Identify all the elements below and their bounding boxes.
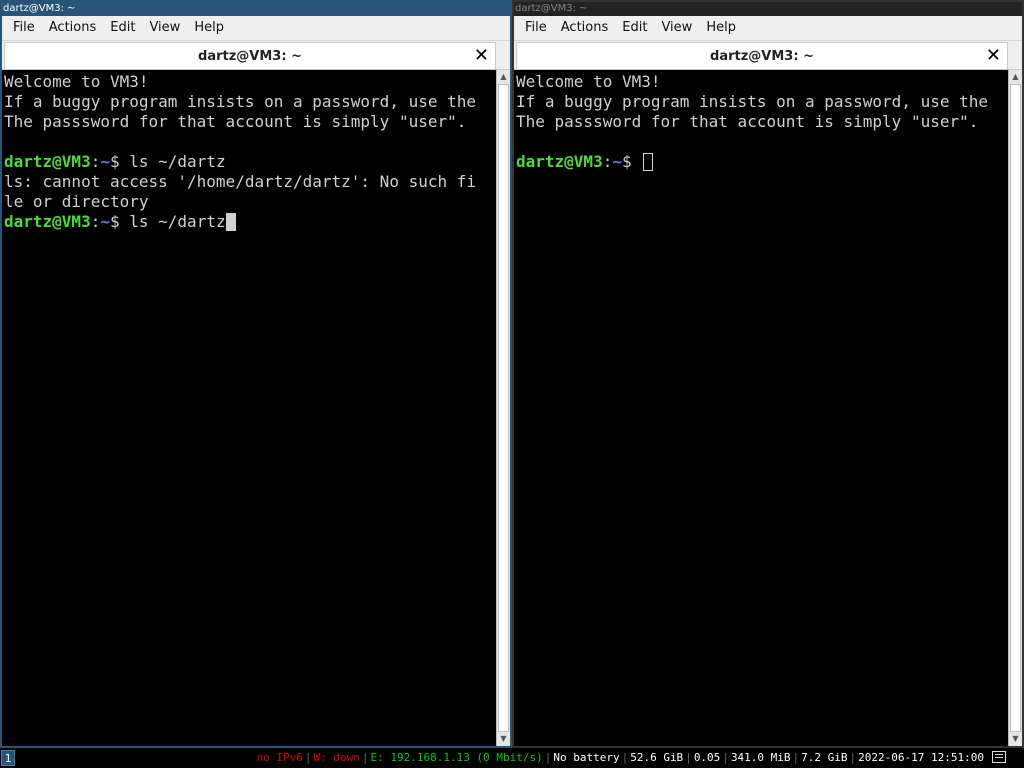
menu-help[interactable]: Help xyxy=(187,16,231,40)
menu-help[interactable]: Help xyxy=(699,16,743,40)
arrow-up-icon[interactable]: ▲ xyxy=(497,70,510,84)
tray-window-icon[interactable] xyxy=(992,751,1006,763)
tab-bar: dartz@VM3: ~ ✕ xyxy=(514,40,1022,70)
command-text: ls ~/dartz xyxy=(119,152,226,171)
status-separator: | xyxy=(621,751,629,764)
menu-bar: File Actions Edit View Help xyxy=(2,16,510,40)
load-status: 0.05 xyxy=(693,751,721,764)
menu-view[interactable]: View xyxy=(654,16,699,40)
terminal-line: le or directory xyxy=(4,192,149,211)
status-separator: | xyxy=(304,751,312,764)
prompt-colon: : xyxy=(602,152,613,171)
disk2-status: 7.2 GiB xyxy=(801,751,848,764)
status-separator: | xyxy=(685,751,692,764)
ipv6-status: no IPv6 xyxy=(256,751,303,764)
menu-view[interactable]: View xyxy=(142,16,187,40)
disk-status: 52.6 GiB xyxy=(630,751,684,764)
tab-title: dartz@VM3: ~ xyxy=(198,49,302,64)
wireless-status: W: down xyxy=(313,751,360,764)
command-text xyxy=(632,152,642,171)
prompt-line: dartz@VM3:~$ ls ~/dartz xyxy=(4,212,496,232)
tab-title: dartz@VM3: ~ xyxy=(710,49,814,64)
arrow-down-icon[interactable]: ▼ xyxy=(497,732,510,746)
terminal-line: If a buggy program insists on a password… xyxy=(4,92,477,111)
prompt-user: dartz@VM3 xyxy=(516,152,603,171)
prompt-path: ~ xyxy=(100,152,110,171)
status-separator: | xyxy=(361,751,369,764)
terminal-line: The passsword for that account is simply… xyxy=(4,112,467,131)
prompt-user: dartz@VM3 xyxy=(4,152,91,171)
menu-actions[interactable]: Actions xyxy=(42,16,104,40)
prompt-dollar: $ xyxy=(621,152,632,171)
close-icon[interactable]: ✕ xyxy=(474,45,489,67)
prompt-dollar: $ xyxy=(109,212,120,231)
terminal-output[interactable]: Welcome to VM3! If a buggy program insis… xyxy=(2,70,496,746)
scrollbar-thumb[interactable] xyxy=(1010,84,1021,732)
prompt-colon: : xyxy=(90,152,101,171)
status-bar: 1 no IPv6 | W: down | E: 192.168.1.13 (0 Mbi… xyxy=(0,748,1024,768)
scrollbar[interactable]: ▲ ▼ xyxy=(496,70,510,746)
terminal-output[interactable]: Welcome to VM3! If a buggy program insis… xyxy=(514,70,1008,746)
terminal-line: If a buggy program insists on a password… xyxy=(516,92,989,111)
status-separator: | xyxy=(544,751,552,764)
menu-bar: File Actions Edit View Help xyxy=(514,16,1022,40)
terminal-window-right[interactable]: dartz@VM3: ~ File Actions Edit View Help… xyxy=(512,0,1024,748)
terminal-line: The passsword for that account is simply… xyxy=(516,112,979,131)
tab-terminal[interactable]: dartz@VM3: ~ ✕ xyxy=(4,42,496,69)
prompt-dollar: $ xyxy=(109,152,120,171)
close-icon[interactable]: ✕ xyxy=(986,45,1001,67)
status-separator: | xyxy=(849,751,857,764)
workspace-button[interactable]: 1 xyxy=(1,750,15,766)
menu-edit[interactable]: Edit xyxy=(103,16,142,40)
text-cursor xyxy=(225,213,236,231)
status-separator: | xyxy=(722,751,729,764)
scrollbar[interactable]: ▲ ▼ xyxy=(1008,70,1022,746)
menu-file[interactable]: File xyxy=(518,16,554,40)
datetime-status: 2022-06-17 12:51:00 xyxy=(858,751,984,764)
status-separator: | xyxy=(792,751,800,764)
prompt-user: dartz@VM3 xyxy=(4,212,91,231)
tab-terminal[interactable]: dartz@VM3: ~ ✕ xyxy=(516,42,1008,69)
tab-bar: dartz@VM3: ~ ✕ xyxy=(2,40,510,70)
memory-status: 341.0 MiB xyxy=(730,751,791,764)
battery-status: No battery xyxy=(553,751,620,764)
menu-edit[interactable]: Edit xyxy=(615,16,654,40)
text-cursor xyxy=(643,153,654,171)
scrollbar-thumb[interactable] xyxy=(498,84,509,732)
terminal-window-left[interactable]: dartz@VM3: ~ File Actions Edit View Help… xyxy=(0,0,512,748)
prompt-line: dartz@VM3:~$ ls ~/dartz xyxy=(4,152,496,172)
arrow-up-icon[interactable]: ▲ xyxy=(1009,70,1022,84)
prompt-line: dartz@VM3:~$ xyxy=(516,152,1008,172)
status-items: no IPv6 | W: down | E: 192.168.1.13 (0 Mbit/… xyxy=(257,748,984,768)
prompt-path: ~ xyxy=(612,152,622,171)
terminal-line: Welcome to VM3! xyxy=(516,72,661,91)
terminal-line: Welcome to VM3! xyxy=(4,72,149,91)
ethernet-status: E: 192.168.1.13 (0 Mbit/s) xyxy=(370,751,543,764)
arrow-down-icon[interactable]: ▼ xyxy=(1009,732,1022,746)
menu-file[interactable]: File xyxy=(6,16,42,40)
terminal-line: ls: cannot access '/home/dartz/dartz': N… xyxy=(4,172,477,191)
menu-actions[interactable]: Actions xyxy=(554,16,616,40)
command-text: ls ~/dartz xyxy=(119,212,226,231)
prompt-path: ~ xyxy=(100,212,110,231)
window-titlebar[interactable]: dartz@VM3: ~ xyxy=(514,2,1022,16)
window-titlebar[interactable]: dartz@VM3: ~ xyxy=(2,2,510,16)
prompt-colon: : xyxy=(90,212,101,231)
